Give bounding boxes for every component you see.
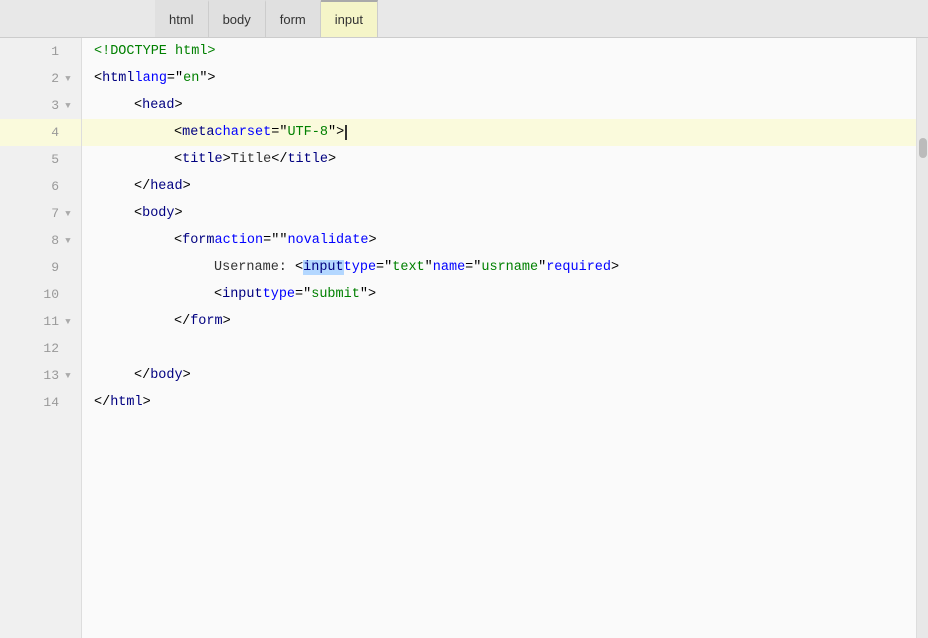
breadcrumb-tab-input[interactable]: input bbox=[321, 0, 378, 37]
fold-icon-8[interactable]: ▼ bbox=[63, 236, 73, 246]
line-number-row-highlighted: 4 bbox=[0, 119, 81, 146]
scrollbar-track[interactable] bbox=[916, 38, 928, 638]
fold-placeholder bbox=[63, 128, 73, 138]
fold-placeholder bbox=[63, 344, 73, 354]
code-line-10: <input type="submit"> bbox=[82, 281, 916, 308]
code-line-7: <body> bbox=[82, 200, 916, 227]
code-line-12 bbox=[82, 335, 916, 362]
text-cursor bbox=[345, 125, 347, 140]
code-line-2: <html lang="en"> bbox=[82, 65, 916, 92]
fold-icon-7[interactable]: ▼ bbox=[63, 209, 73, 219]
line-gutter: 1 2 ▼ 3 ▼ 4 5 6 7 ▼ bbox=[0, 38, 82, 638]
code-line-3: <head> bbox=[82, 92, 916, 119]
line-number-row: 14 bbox=[0, 389, 81, 416]
scrollbar-thumb[interactable] bbox=[919, 138, 927, 158]
code-line-6: </head> bbox=[82, 173, 916, 200]
line-number-row: 8 ▼ bbox=[0, 227, 81, 254]
fold-placeholder bbox=[63, 47, 73, 57]
breadcrumb-tab-body[interactable]: body bbox=[209, 0, 266, 37]
line-number-row: 13 ▼ bbox=[0, 362, 81, 389]
breadcrumb-tab-html[interactable]: html bbox=[155, 0, 209, 37]
line-number-row: 1 bbox=[0, 38, 81, 65]
line-number-row: 10 bbox=[0, 281, 81, 308]
fold-icon-3[interactable]: ▼ bbox=[63, 101, 73, 111]
code-line-14: </html> bbox=[82, 389, 916, 416]
line-number-row: 9 bbox=[0, 254, 81, 281]
code-line-1: <!DOCTYPE html> bbox=[82, 38, 916, 65]
fold-placeholder bbox=[63, 155, 73, 165]
fold-placeholder bbox=[63, 290, 73, 300]
code-line-11: </form> bbox=[82, 308, 916, 335]
line-number-row: 7 ▼ bbox=[0, 200, 81, 227]
code-line-4: <meta charset="UTF-8"> bbox=[82, 119, 916, 146]
editor-area: 1 2 ▼ 3 ▼ 4 5 6 7 ▼ bbox=[0, 38, 928, 638]
line-number-row: 12 bbox=[0, 335, 81, 362]
fold-placeholder bbox=[63, 398, 73, 408]
fold-placeholder bbox=[63, 263, 73, 273]
breadcrumb-tab-form[interactable]: form bbox=[266, 0, 321, 37]
line-number-row: 2 ▼ bbox=[0, 65, 81, 92]
breadcrumb-bar: html body form input bbox=[0, 0, 928, 38]
line-number-row: 6 bbox=[0, 173, 81, 200]
fold-icon-11[interactable]: ▼ bbox=[63, 317, 73, 327]
line-number-row: 11 ▼ bbox=[0, 308, 81, 335]
code-line-13: </body> bbox=[82, 362, 916, 389]
fold-placeholder bbox=[63, 182, 73, 192]
line-number-row: 5 bbox=[0, 146, 81, 173]
code-line-8: <form action="" novalidate> bbox=[82, 227, 916, 254]
code-line-9: Username: <input type="text" name="usrna… bbox=[82, 254, 916, 281]
code-content[interactable]: <!DOCTYPE html> <html lang="en"> <head> … bbox=[82, 38, 916, 638]
fold-icon-2[interactable]: ▼ bbox=[63, 74, 73, 84]
code-line-5: <title>Title</title> bbox=[82, 146, 916, 173]
fold-icon-13[interactable]: ▼ bbox=[63, 371, 73, 381]
line-number-row: 3 ▼ bbox=[0, 92, 81, 119]
